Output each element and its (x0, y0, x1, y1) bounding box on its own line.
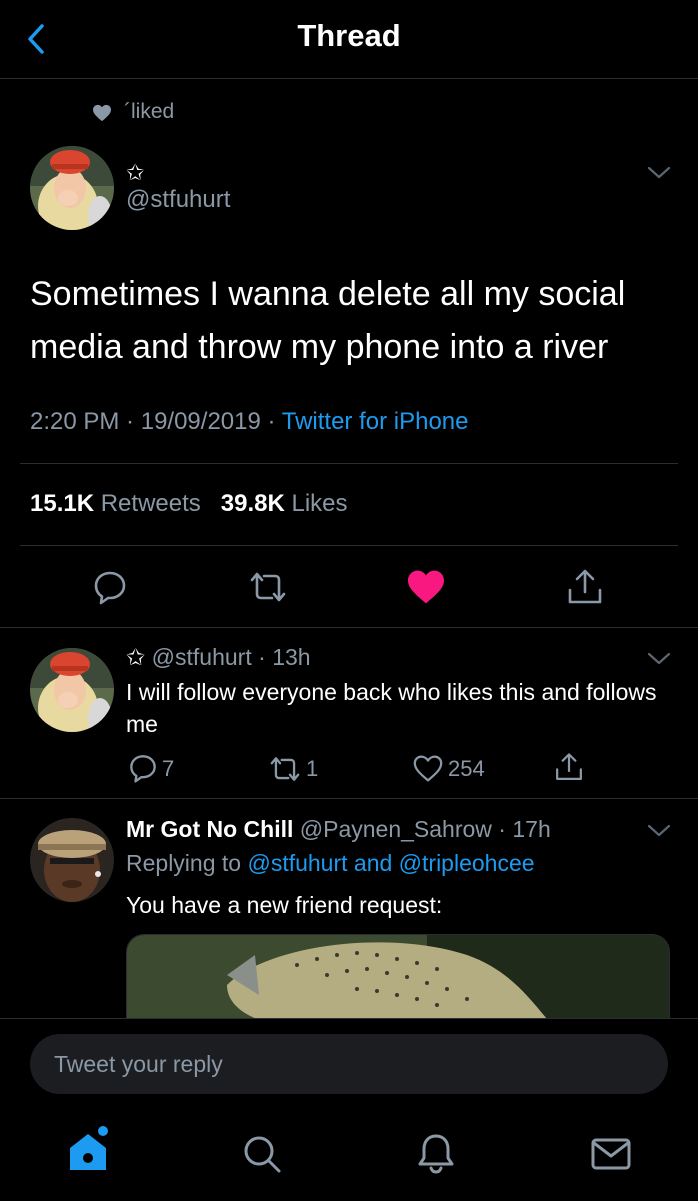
header-divider (0, 78, 698, 79)
avatar[interactable] (30, 818, 114, 902)
tweet-meta: 2:20 PM · 19/09/2019 · Twitter for iPhon… (30, 408, 469, 435)
reply-icon (130, 755, 156, 783)
divider (20, 463, 678, 464)
retweet-icon (250, 572, 286, 602)
author-handle[interactable]: @stfuhurt (152, 644, 252, 670)
tweet-options-button[interactable] (646, 650, 672, 668)
retweet-count: 1 (306, 756, 319, 781)
share-button[interactable] (554, 752, 584, 782)
author-name-symbol: ✩ (126, 160, 145, 185)
avatar-image (30, 648, 114, 732)
divider (0, 627, 698, 628)
reply-time: 17h (512, 816, 551, 842)
tweet-source-link[interactable]: Twitter for iPhone (282, 408, 469, 435)
tweet-time: 2:20 PM (30, 408, 120, 435)
heart-filled-icon (408, 570, 444, 604)
like-count: 254 (448, 756, 485, 781)
retweets-count: 15.1K (30, 490, 95, 517)
tweet-options-button[interactable] (646, 822, 672, 840)
fish-image (127, 935, 669, 1019)
notifications-icon (418, 1134, 454, 1174)
author-name[interactable]: Mr Got No Chill (126, 816, 293, 842)
heart-icon (413, 755, 443, 782)
avatar-image (30, 146, 114, 230)
avatar[interactable] (30, 648, 114, 732)
avatar-image (30, 818, 114, 902)
tweet-stats: 15.1K Retweets 39.8K Likes (30, 490, 348, 518)
chevron-down-icon (647, 166, 671, 179)
share-icon (568, 569, 602, 604)
likes-stat[interactable]: 39.8K Likes (221, 490, 348, 517)
retweet-button[interactable] (248, 570, 288, 604)
author-handle[interactable]: @stfuhurt (126, 186, 230, 214)
messages-icon (591, 1138, 631, 1170)
divider (20, 545, 678, 546)
reply-text: You have a new friend request: (126, 892, 443, 918)
avatar[interactable] (30, 146, 114, 230)
home-icon (70, 1126, 108, 1170)
reply-button[interactable] (92, 569, 128, 605)
replying-to-handles[interactable]: @stfuhurt and @tripleohcee (247, 850, 534, 876)
reply-text: I will follow everyone back who likes th… (126, 679, 657, 737)
search-icon (244, 1136, 281, 1173)
social-context-text: ´liked (124, 100, 175, 123)
media-image[interactable] (126, 934, 670, 1019)
share-button[interactable] (566, 568, 604, 606)
chevron-down-icon (647, 824, 671, 837)
tweet-text: Sometimes I wanna delete all my social m… (30, 275, 626, 366)
tweet-date: 19/09/2019 (140, 408, 261, 435)
replying-to: Replying to @stfuhurt and @tripleohcee (126, 850, 535, 877)
chevron-down-icon (647, 652, 671, 665)
tab-search[interactable] (242, 1134, 282, 1174)
share-icon (556, 753, 582, 780)
retweet-button[interactable] (268, 755, 302, 783)
like-button[interactable] (406, 569, 446, 605)
tweet-options-button[interactable] (646, 164, 672, 182)
reply-header: Mr Got No Chill @Paynen_Sahrow · 17h (126, 816, 551, 842)
replying-prefix: Replying to (126, 850, 242, 876)
reply-button[interactable] (128, 753, 158, 783)
likes-label: Likes (291, 490, 348, 517)
tab-messages[interactable] (590, 1136, 632, 1172)
author-handle[interactable]: @Paynen_Sahrow (300, 816, 492, 842)
reply-time: 13h (272, 644, 311, 670)
author-name-symbol: ✩ (126, 644, 146, 670)
retweet-icon (270, 757, 300, 781)
retweets-stat[interactable]: 15.1K Retweets (30, 490, 201, 517)
reply-input[interactable] (30, 1034, 668, 1094)
like-button[interactable] (412, 754, 444, 783)
retweets-label: Retweets (100, 490, 201, 517)
reply-icon (94, 571, 126, 605)
reply-count: 7 (162, 756, 175, 781)
likes-count: 39.8K (220, 490, 285, 517)
divider (0, 798, 698, 799)
tab-home[interactable] (66, 1126, 110, 1172)
reply-header: ✩ @stfuhurt · 13h (126, 644, 311, 670)
tab-notifications[interactable] (416, 1132, 456, 1174)
page-title: Thread (297, 18, 401, 53)
heart-icon (93, 104, 111, 122)
